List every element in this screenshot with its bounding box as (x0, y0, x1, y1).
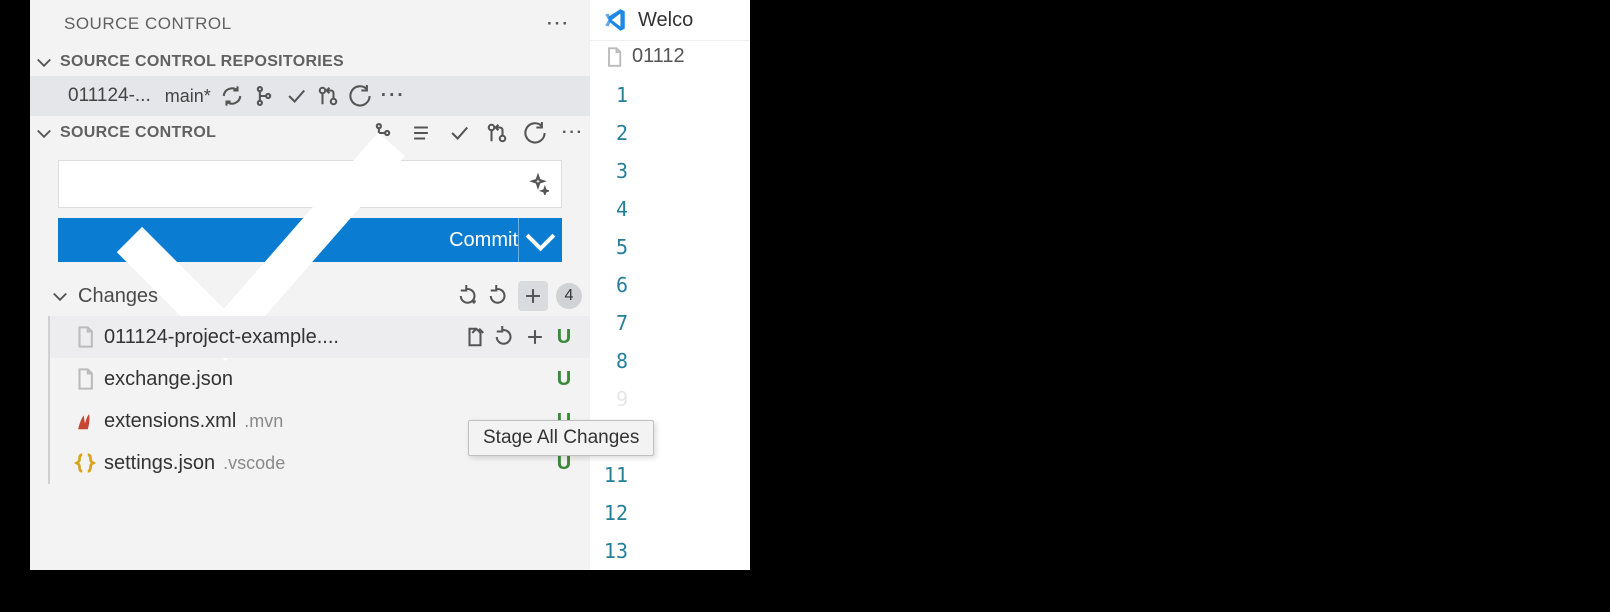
stage-all-button[interactable] (518, 281, 548, 311)
file-icon (74, 326, 96, 348)
chevron-down-icon (34, 52, 54, 72)
maven-icon (74, 410, 96, 432)
file-status: U (554, 368, 574, 391)
editor-area: Welco 01112 1 2 3 4 5 6 7 8 9 10 11 12 1… (590, 0, 750, 570)
chevron-down-icon (50, 286, 70, 306)
json-icon (74, 452, 96, 474)
more-actions-icon[interactable]: ··· (547, 14, 570, 34)
line-number: 6 (590, 266, 650, 304)
pull-request-icon[interactable] (486, 122, 508, 144)
changed-file-row[interactable]: 011124-project-example.... U (48, 316, 590, 358)
panel-title: SOURCE CONTROL (64, 14, 232, 34)
changes-section-header[interactable]: Changes 4 (30, 276, 590, 316)
line-number-gutter: 1 2 3 4 5 6 7 8 9 10 11 12 13 (590, 72, 750, 570)
line-number: 2 (590, 114, 650, 152)
commit-button-group: Commit (58, 218, 562, 262)
discard-icon[interactable] (494, 326, 516, 348)
line-number: 8 (590, 342, 650, 380)
file-icon (74, 368, 96, 390)
panel-header: SOURCE CONTROL ··· (30, 0, 590, 48)
check-icon[interactable] (448, 122, 470, 144)
scm-more-icon[interactable]: ··· (562, 124, 584, 142)
file-name: settings.json (104, 452, 215, 475)
file-name: 011124-project-example.... (104, 326, 339, 349)
line-number: 9 (590, 380, 650, 418)
changes-label: Changes (78, 285, 450, 308)
file-dir: .mvn (244, 411, 283, 432)
line-number: 4 (590, 190, 650, 228)
breadcrumb-file: 01112 (632, 45, 685, 68)
line-number: 5 (590, 228, 650, 266)
changes-count-badge: 4 (556, 283, 582, 309)
sparkle-icon[interactable] (527, 173, 549, 195)
discard-all-icon[interactable] (458, 285, 480, 307)
file-status: U (554, 326, 574, 349)
source-control-panel: SOURCE CONTROL ··· SOURCE CONTROL REPOSI… (30, 0, 590, 570)
vscode-logo-icon (602, 7, 628, 33)
stage-file-icon[interactable] (524, 326, 546, 348)
stage-all-tooltip: Stage All Changes (468, 420, 654, 456)
line-number: 1 (590, 76, 650, 114)
line-number: 7 (590, 304, 650, 342)
commit-dropdown-button[interactable] (518, 218, 562, 262)
editor-breadcrumb[interactable]: 01112 (590, 41, 750, 72)
editor-tab-bar: Welco (590, 0, 750, 41)
commit-label: Commit (449, 229, 518, 252)
refresh-icon[interactable] (524, 122, 546, 144)
chevron-down-icon (34, 123, 54, 143)
commit-button[interactable]: Commit (58, 218, 518, 262)
file-icon (604, 47, 624, 67)
discard-icon[interactable] (488, 285, 510, 307)
line-number: 13 (590, 532, 650, 570)
file-name: extensions.xml (104, 410, 236, 433)
open-file-icon[interactable] (464, 326, 486, 348)
line-number: 12 (590, 494, 650, 532)
file-name: exchange.json (104, 368, 233, 391)
line-number: 3 (590, 152, 650, 190)
line-number: 11 (590, 456, 650, 494)
file-dir: .vscode (223, 453, 285, 474)
editor-tab[interactable]: Welco (638, 9, 693, 32)
changed-file-row[interactable]: exchange.json U (48, 358, 590, 400)
